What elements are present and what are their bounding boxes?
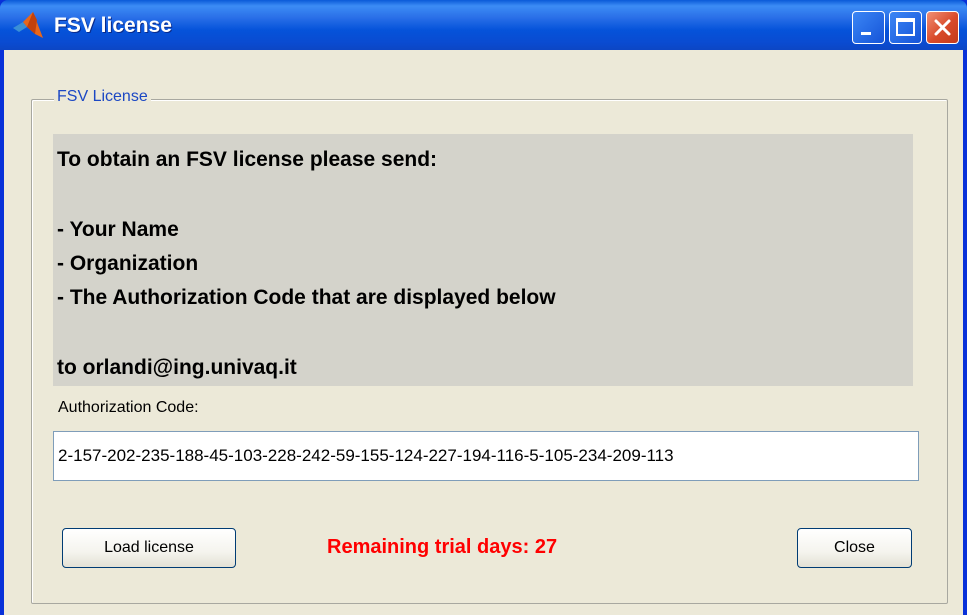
close-window-button[interactable] bbox=[926, 11, 959, 44]
instruction-item-code: - The Authorization Code that are displa… bbox=[57, 286, 556, 309]
minimize-icon bbox=[861, 32, 871, 35]
title-bar[interactable]: FSV license bbox=[0, 0, 967, 50]
instructions-heading: To obtain an FSV license please send: bbox=[57, 148, 438, 171]
maximize-button[interactable] bbox=[889, 11, 922, 44]
remaining-trial-days: Remaining trial days: 27 bbox=[327, 536, 558, 558]
minimize-button[interactable] bbox=[852, 11, 885, 44]
license-instructions: To obtain an FSV license please send: - … bbox=[53, 134, 913, 386]
instruction-email: to orlandi@ing.univaq.it bbox=[57, 356, 297, 379]
window-title: FSV license bbox=[54, 14, 172, 37]
authorization-code-field[interactable] bbox=[53, 431, 919, 481]
close-button[interactable]: Close bbox=[797, 528, 912, 568]
matlab-logo-icon bbox=[13, 12, 43, 38]
dialog-client-area: FSV License To obtain an FSV license ple… bbox=[4, 50, 963, 615]
close-icon bbox=[934, 19, 951, 36]
license-window: FSV license FSV License To obtain an FSV… bbox=[0, 0, 967, 615]
groupbox-label: FSV License bbox=[54, 88, 151, 106]
authorization-code-label: Authorization Code: bbox=[58, 399, 199, 416]
maximize-icon bbox=[896, 18, 915, 36]
instruction-item-organization: - Organization bbox=[57, 252, 199, 275]
load-license-button[interactable]: Load license bbox=[62, 528, 236, 568]
instruction-item-name: - Your Name bbox=[57, 218, 179, 241]
